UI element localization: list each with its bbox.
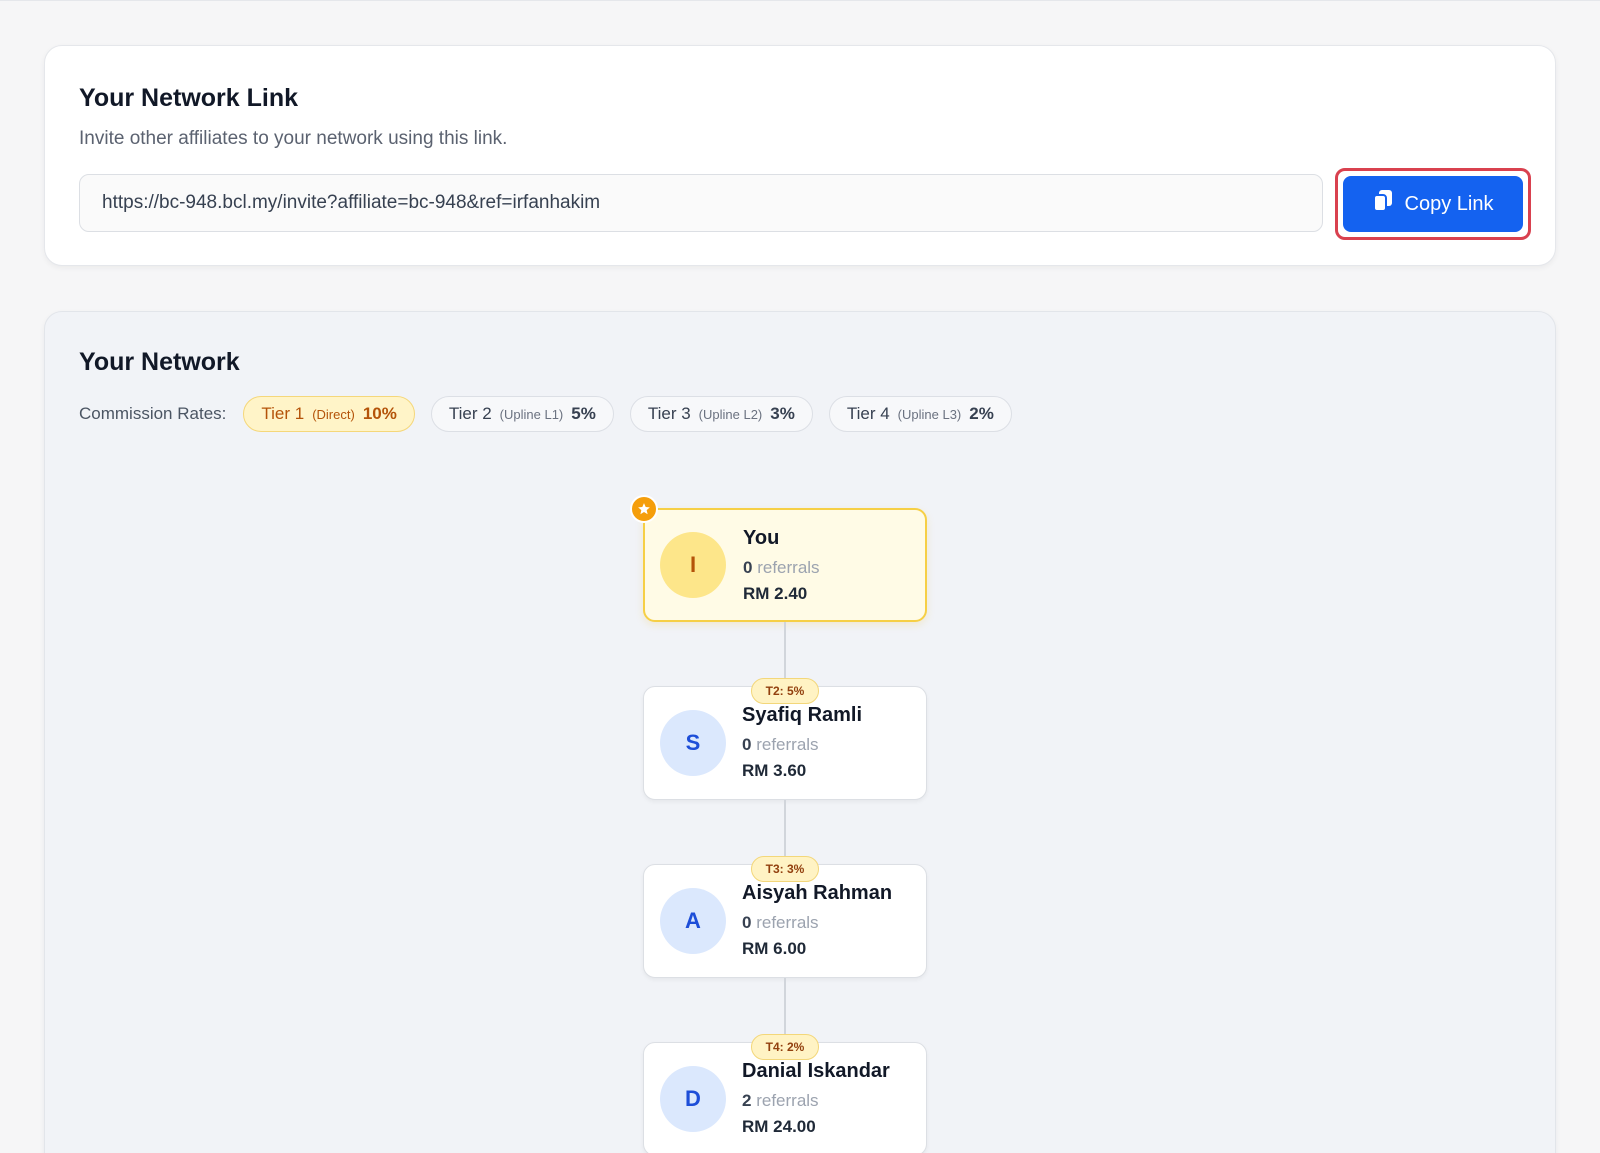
- network-card: Your Network Commission Rates: Tier 1 (Di…: [44, 311, 1556, 1153]
- node-amount: RM 6.00: [742, 939, 807, 958]
- node-name: You: [743, 527, 780, 549]
- network-node[interactable]: A Aisyah Rahman 0 referrals RM 6.00 T3: 3%: [643, 856, 927, 978]
- copy-icon: [1372, 190, 1393, 218]
- network-link-description: Invite other affiliates to your network …: [79, 128, 508, 149]
- referral-label: referrals: [756, 735, 819, 754]
- referral-count: 2: [742, 1091, 752, 1110]
- node-referrals: 0 referrals: [743, 558, 820, 578]
- tier-badge: T4: 2%: [751, 1034, 819, 1060]
- referral-label: referrals: [756, 1091, 819, 1110]
- node-name: Danial Iskandar: [742, 1060, 890, 1082]
- node-referrals: 2 referrals: [742, 1091, 819, 1111]
- avatar: I: [660, 532, 726, 598]
- referral-count: 0: [743, 558, 753, 577]
- network-node[interactable]: D Danial Iskandar 2 referrals RM 24.00 T4: 2…: [643, 1034, 927, 1153]
- star-icon: [630, 495, 658, 523]
- avatar: A: [660, 888, 726, 954]
- invite-link-input[interactable]: [79, 174, 1323, 232]
- network-node[interactable]: S Syafiq Ramli 0 referrals RM 3.60 T2: 5%: [643, 678, 927, 800]
- tier-badge: T2: 5%: [751, 678, 819, 704]
- copy-link-button[interactable]: Copy Link: [1343, 176, 1523, 232]
- node-amount: RM 24.00: [742, 1117, 816, 1136]
- avatar: D: [660, 1066, 726, 1132]
- node-amount: RM 2.40: [743, 584, 808, 603]
- node-name: Aisyah Rahman: [742, 882, 893, 904]
- referral-count: 0: [742, 913, 752, 932]
- node-name: Syafiq Ramli: [742, 704, 863, 726]
- node-referrals: 0 referrals: [742, 913, 819, 933]
- avatar: S: [660, 710, 726, 776]
- network-link-title: Your Network Link: [79, 84, 299, 112]
- tree-connector: [784, 978, 786, 1042]
- referral-label: referrals: [757, 558, 820, 577]
- tree-connector: [784, 800, 786, 864]
- network-link-card: Your Network Link Invite other affiliate…: [44, 45, 1556, 266]
- copy-link-label: Copy Link: [1404, 192, 1494, 215]
- tree-connector: [784, 622, 786, 686]
- referral-count: 0: [742, 735, 752, 754]
- node-amount: RM 3.60: [742, 761, 807, 780]
- network-node-self[interactable]: I You 0 referrals RM 2.40: [630, 495, 927, 622]
- network-tree: I You 0 referrals RM 2.40 S Syafiq Ramli 0 ref…: [45, 312, 1555, 1153]
- referral-label: referrals: [756, 913, 819, 932]
- node-referrals: 0 referrals: [742, 735, 819, 755]
- tier-badge: T3: 3%: [751, 856, 819, 882]
